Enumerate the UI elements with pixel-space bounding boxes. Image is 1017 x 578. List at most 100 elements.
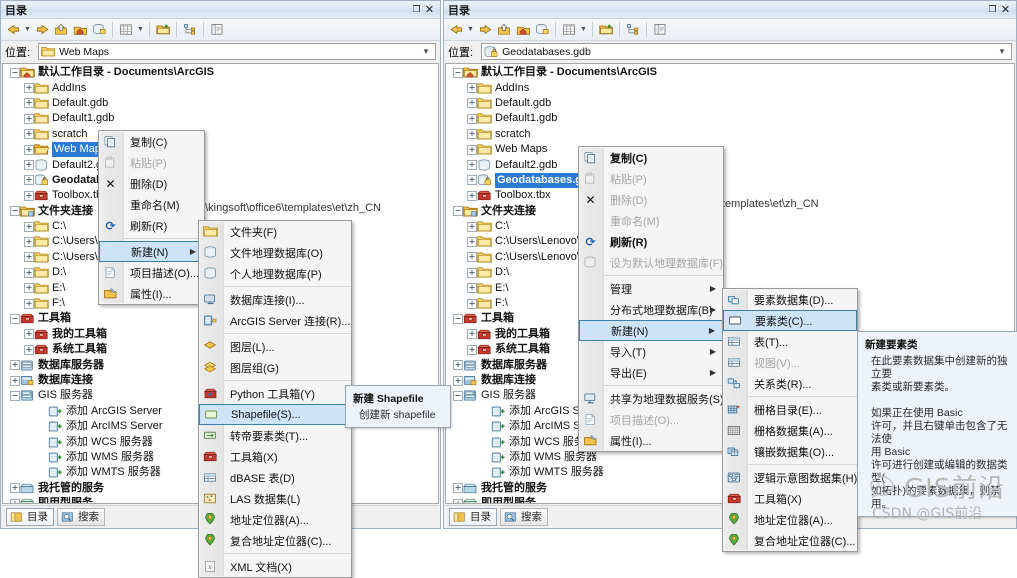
- expand-icon[interactable]: [23, 236, 34, 247]
- close-icon-right[interactable]: ✕: [999, 3, 1012, 16]
- menu-item[interactable]: 属性(I)...: [99, 283, 204, 304]
- collapse-icon[interactable]: [452, 313, 463, 324]
- new-submenu-right[interactable]: 要素数据集(D)... 要素类(C)... 表(T)... 视图(V)... 关系类(R…: [722, 288, 858, 552]
- expand-icon[interactable]: [9, 498, 20, 503]
- connect-folder-icon[interactable]: [154, 21, 172, 39]
- menu-item[interactable]: 逻辑示意图数据集(H): [723, 467, 857, 488]
- menu-item[interactable]: 要素数据集(D)...: [723, 289, 857, 310]
- expand-icon[interactable]: [23, 129, 34, 140]
- menu-item[interactable]: 属性(I)...: [579, 430, 723, 451]
- menu-item[interactable]: 文件夹(F): [199, 221, 351, 242]
- tree-item[interactable]: Geodatabases.gdb: [446, 172, 1014, 188]
- menu-item[interactable]: 个人地理数据库(P): [199, 263, 351, 284]
- tree-item[interactable]: Web Maps: [446, 142, 1014, 157]
- expand-icon[interactable]: [452, 483, 463, 494]
- menu-item[interactable]: 复合地址定位器(C)...: [199, 530, 351, 551]
- forward-icon[interactable]: [476, 21, 494, 39]
- toggle-tree-icon[interactable]: [181, 21, 199, 39]
- location-combo-right[interactable]: Geodatabases.gdb ▼: [481, 43, 1012, 60]
- menu-item[interactable]: 复合地址定位器(C)...: [723, 530, 857, 551]
- expand-icon[interactable]: [23, 298, 34, 309]
- menu-item[interactable]: 数据库连接(I)...: [199, 289, 351, 310]
- menu-item[interactable]: 新建(N) ▶: [99, 241, 204, 262]
- connect-folder-icon[interactable]: [597, 21, 615, 39]
- view-dropdown-icon[interactable]: ▼: [579, 21, 588, 39]
- menu-item[interactable]: 导入(T) ▶: [579, 341, 723, 362]
- expand-icon[interactable]: [466, 298, 477, 309]
- expand-icon[interactable]: [9, 360, 20, 371]
- chevron-down-icon[interactable]: ▼: [995, 47, 1009, 56]
- toggle-tree-icon[interactable]: [624, 21, 642, 39]
- maximize-icon-left[interactable]: ❐: [410, 3, 423, 16]
- expand-icon[interactable]: [452, 360, 463, 371]
- tree-item[interactable]: Default.gdb: [3, 96, 438, 111]
- menu-item[interactable]: ✕ 删除(D): [99, 173, 204, 194]
- collapse-icon[interactable]: [9, 313, 20, 324]
- menu-item[interactable]: 栅格目录(E)...: [723, 399, 857, 420]
- collapse-icon[interactable]: [9, 206, 20, 217]
- tree-item[interactable]: 默认工作目录 - Documents\ArcGIS: [3, 65, 438, 80]
- menu-item[interactable]: ⟳ 刷新(R): [99, 215, 204, 236]
- expand-icon[interactable]: [466, 175, 477, 186]
- menu-item[interactable]: 地址定位器(A)...: [723, 509, 857, 530]
- menu-item[interactable]: Python 工具箱(Y): [199, 383, 351, 404]
- default-gdb-icon[interactable]: [533, 21, 551, 39]
- context-menu-right[interactable]: 复制(C) 粘贴(P) ✕ 删除(D) 重命名(M) ⟳ 刷新(R) 设为默认地理数据库(F)…: [578, 146, 733, 452]
- expand-icon[interactable]: [23, 267, 34, 278]
- menu-item[interactable]: 项目描述(O)...: [99, 262, 204, 283]
- menu-item[interactable]: dBASE 表(D): [199, 467, 351, 488]
- menu-item[interactable]: 复制(C): [579, 147, 723, 168]
- collapse-icon[interactable]: [452, 390, 463, 401]
- menu-item[interactable]: 文件地理数据库(O): [199, 242, 351, 263]
- tree-item[interactable]: Default1.gdb: [3, 111, 438, 126]
- tree-item[interactable]: Default2.gdb: [446, 157, 1014, 172]
- menu-item[interactable]: 导出(E) ▶: [579, 362, 723, 383]
- expand-icon[interactable]: [466, 144, 477, 155]
- menu-item[interactable]: 新建(N) ▶: [579, 320, 723, 341]
- view-list-icon[interactable]: [117, 21, 135, 39]
- collapse-icon[interactable]: [452, 206, 463, 217]
- menu-item[interactable]: 要素类(C)...: [723, 310, 857, 331]
- up-icon[interactable]: [495, 21, 513, 39]
- up-icon[interactable]: [52, 21, 70, 39]
- bottom-tab-search[interactable]: 搜索: [57, 507, 105, 526]
- menu-item[interactable]: 工具箱(X): [199, 446, 351, 467]
- tree-item[interactable]: AddIns: [446, 80, 1014, 95]
- description-icon[interactable]: [208, 21, 226, 39]
- menu-item[interactable]: 表(T)...: [723, 331, 857, 352]
- tree-item[interactable]: Default2.gdb: [3, 157, 438, 172]
- expand-icon[interactable]: [23, 160, 34, 171]
- expand-icon[interactable]: [23, 221, 34, 232]
- back-dropdown-icon[interactable]: ▼: [23, 21, 32, 39]
- expand-icon[interactable]: [9, 375, 20, 386]
- expand-icon[interactable]: [23, 283, 34, 294]
- tree-item[interactable]: C:\Users\Lenovo\D: [446, 250, 1014, 265]
- bottom-tab-catalog[interactable]: 目录: [6, 507, 54, 526]
- menu-item[interactable]: 栅格数据集(A)...: [723, 420, 857, 441]
- menu-item[interactable]: ArcGIS Server 连接(R)...: [199, 310, 351, 331]
- tree-item[interactable]: C:\: [446, 219, 1014, 234]
- expand-icon[interactable]: [466, 283, 477, 294]
- new-submenu-left[interactable]: 文件夹(F) 文件地理数据库(O) 个人地理数据库(P) 数据库连接(I)... Arc…: [198, 220, 352, 578]
- collapse-icon[interactable]: [452, 67, 463, 78]
- maximize-icon-right[interactable]: ❐: [986, 3, 999, 16]
- menu-item[interactable]: 关系类(R)...: [723, 373, 857, 394]
- tree-item[interactable]: Default1.gdb: [446, 111, 1014, 126]
- context-menu-left[interactable]: 复制(C) 粘贴(P) ✕ 删除(D) 重命名(M) ⟳ 刷新(R) 新建(N) ▶ 项目描述(O…: [98, 130, 205, 305]
- expand-icon[interactable]: [23, 190, 34, 201]
- expand-icon[interactable]: [466, 344, 477, 355]
- view-dropdown-icon[interactable]: ▼: [136, 21, 145, 39]
- expand-icon[interactable]: [466, 221, 477, 232]
- expand-icon[interactable]: [23, 252, 34, 263]
- menu-item[interactable]: 分布式地理数据库(B) ▶: [579, 299, 723, 320]
- expand-icon[interactable]: [466, 267, 477, 278]
- expand-icon[interactable]: [23, 113, 34, 124]
- menu-item[interactable]: LAS 数据集(L): [199, 488, 351, 509]
- expand-icon[interactable]: [23, 175, 34, 186]
- tree-item[interactable]: Web Maps: [3, 142, 438, 158]
- menu-item[interactable]: 图层组(G): [199, 357, 351, 378]
- chevron-down-icon[interactable]: ▼: [419, 47, 433, 56]
- expand-icon[interactable]: [466, 252, 477, 263]
- menu-item[interactable]: 镶嵌数据集(O)...: [723, 441, 857, 462]
- expand-icon[interactable]: [466, 190, 477, 201]
